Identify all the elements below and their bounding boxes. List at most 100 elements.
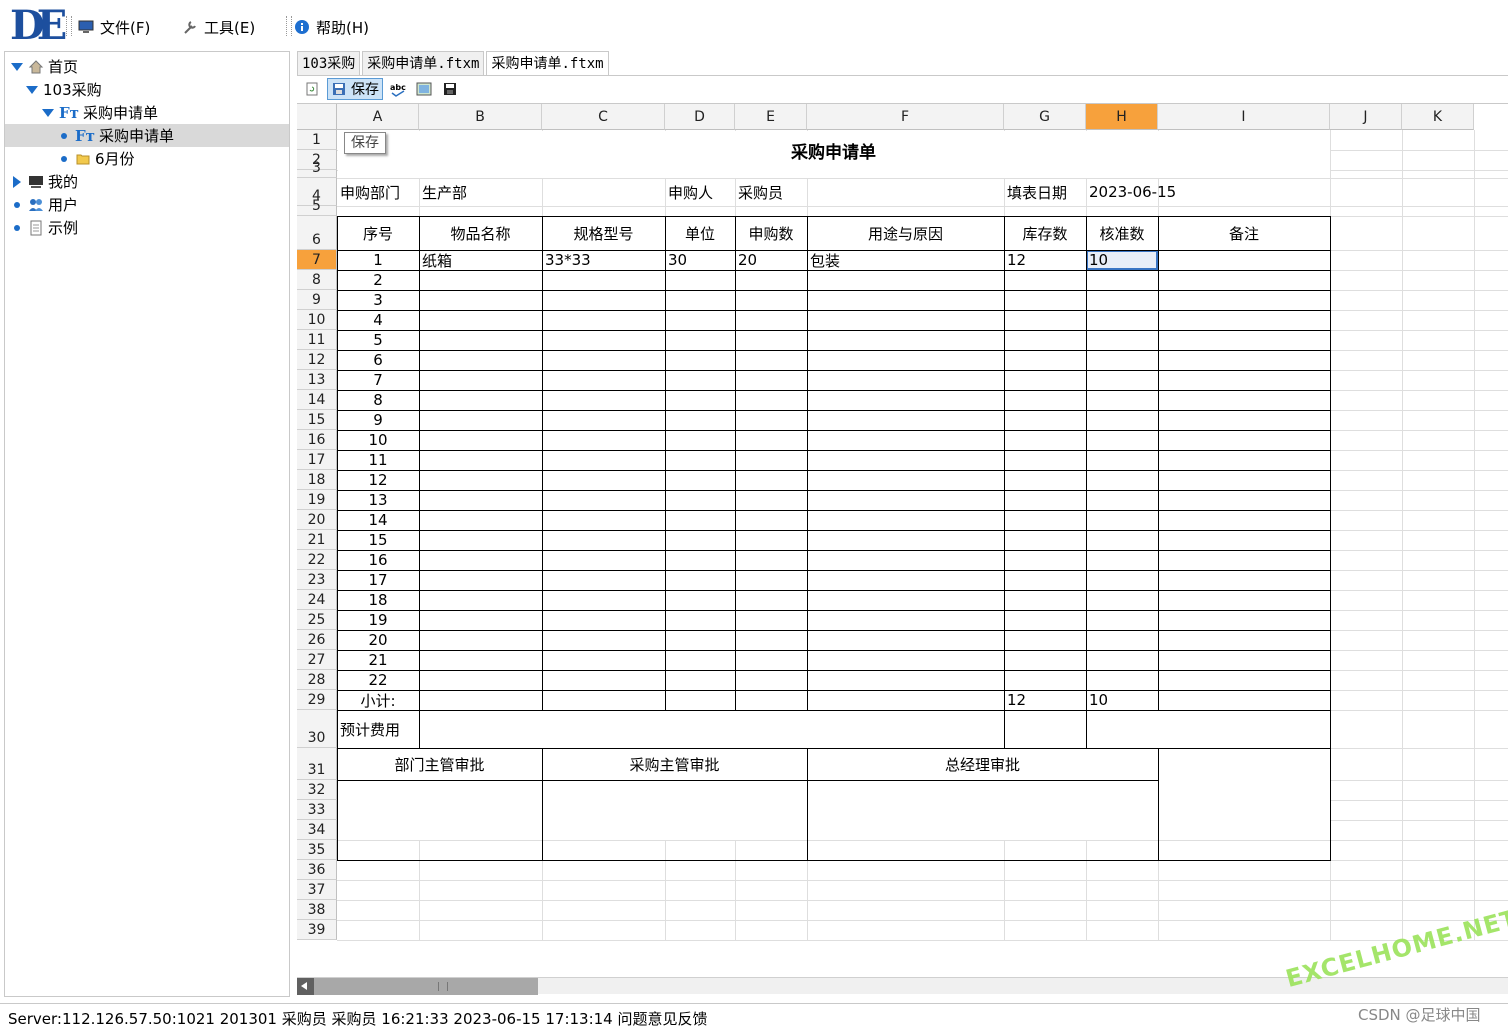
seq-cell[interactable]: 4	[337, 310, 419, 330]
tree-item-mine[interactable]: 我的	[5, 170, 289, 193]
table-header[interactable]: 备注	[1158, 216, 1330, 250]
seq-cell[interactable]: 14	[337, 510, 419, 530]
approval-dept[interactable]: 部门主管审批	[337, 748, 542, 780]
dept-value[interactable]: 生产部	[419, 178, 665, 206]
spellcheck-button[interactable]: abc	[387, 78, 409, 100]
qty-cell[interactable]: 20	[735, 250, 807, 270]
row-header[interactable]: 20	[297, 510, 337, 530]
seq-cell[interactable]: 18	[337, 590, 419, 610]
expand-arrow-icon[interactable]	[10, 60, 24, 74]
row-header[interactable]: 30	[297, 710, 337, 748]
subtotal-label[interactable]: 小计:	[337, 690, 419, 710]
row-header[interactable]: 14	[297, 390, 337, 410]
seq-cell[interactable]: 20	[337, 630, 419, 650]
row-header[interactable]: 31	[297, 748, 337, 780]
column-header[interactable]: D	[665, 104, 735, 130]
column-header[interactable]: J	[1330, 104, 1402, 130]
row-header[interactable]: 39	[297, 920, 337, 940]
table-header[interactable]: 物品名称	[419, 216, 542, 250]
approved-cell[interactable]: 10	[1086, 250, 1158, 270]
seq-cell[interactable]: 13	[337, 490, 419, 510]
seq-cell[interactable]: 10	[337, 430, 419, 450]
seq-cell[interactable]: 12	[337, 470, 419, 490]
row-header[interactable]: 32	[297, 780, 337, 800]
applicant-value[interactable]: 采购员	[735, 178, 1004, 206]
stock-cell[interactable]: 12	[1004, 250, 1086, 270]
row-header[interactable]: 12	[297, 350, 337, 370]
seq-cell[interactable]: 2	[337, 270, 419, 290]
row-header[interactable]: 24	[297, 590, 337, 610]
row-header[interactable]: 33	[297, 800, 337, 820]
menu-help[interactable]: 帮助(H)	[294, 16, 369, 38]
row-header[interactable]: 7	[297, 250, 337, 270]
seq-cell[interactable]: 22	[337, 670, 419, 690]
row-header[interactable]: 6	[297, 216, 337, 250]
row-header[interactable]: 15	[297, 410, 337, 430]
row-header[interactable]: 18	[297, 470, 337, 490]
tree-item-june[interactable]: 6月份	[5, 147, 289, 170]
row-header[interactable]: 27	[297, 650, 337, 670]
approval-purchase[interactable]: 采购主管审批	[542, 748, 807, 780]
row-header[interactable]: 1	[297, 130, 337, 150]
row-header[interactable]: 19	[297, 490, 337, 510]
row-header[interactable]: 38	[297, 900, 337, 920]
row-header[interactable]: 5	[297, 198, 337, 216]
expand-arrow-icon[interactable]	[41, 106, 55, 120]
menu-tools[interactable]: 工具(E)	[182, 16, 255, 38]
row-header[interactable]: 8	[297, 270, 337, 290]
row-header[interactable]: 16	[297, 430, 337, 450]
table-header[interactable]: 核准数	[1086, 216, 1158, 250]
column-header[interactable]: I	[1158, 104, 1330, 130]
column-header[interactable]: B	[419, 104, 542, 130]
row-header[interactable]: 3	[297, 160, 337, 178]
row-header[interactable]: 21	[297, 530, 337, 550]
estimate-label[interactable]: 预计费用	[337, 710, 419, 748]
column-header[interactable]: E	[735, 104, 807, 130]
item-name-cell[interactable]: 纸箱	[419, 250, 542, 270]
date-value[interactable]: 2023-06-15	[1086, 178, 1330, 206]
seq-cell[interactable]: 3	[337, 290, 419, 310]
subtotal-stock[interactable]: 12	[1004, 690, 1086, 710]
export-button[interactable]	[439, 78, 461, 100]
seq-cell[interactable]: 8	[337, 390, 419, 410]
row-header[interactable]: 28	[297, 670, 337, 690]
column-header[interactable]: K	[1402, 104, 1474, 130]
tree-item-home[interactable]: 首页	[5, 55, 289, 78]
row-header[interactable]: 13	[297, 370, 337, 390]
table-header[interactable]: 单位	[665, 216, 735, 250]
spreadsheet-grid[interactable]: ABCDEFGHIJK12345678910111213141516171819…	[297, 103, 1508, 977]
select-all-corner[interactable]	[297, 104, 337, 130]
form-title[interactable]: 采购申请单	[337, 130, 1330, 170]
date-label[interactable]: 填表日期	[1004, 178, 1086, 206]
applicant-label[interactable]: 申购人	[665, 178, 735, 206]
tree-item-103[interactable]: 103采购	[5, 78, 289, 101]
row-header[interactable]: 35	[297, 840, 337, 860]
image-button[interactable]	[413, 78, 435, 100]
tab-purchase-form-2[interactable]: 采购申请单.ftxm	[486, 51, 609, 76]
table-header[interactable]: 序号	[337, 216, 419, 250]
seq-cell[interactable]: 15	[337, 530, 419, 550]
row-header[interactable]: 36	[297, 860, 337, 880]
row-header[interactable]: 37	[297, 880, 337, 900]
column-header[interactable]: A	[337, 104, 419, 130]
row-header[interactable]: 10	[297, 310, 337, 330]
seq-cell[interactable]: 11	[337, 450, 419, 470]
seq-cell[interactable]: 5	[337, 330, 419, 350]
row-header[interactable]: 26	[297, 630, 337, 650]
purpose-cell[interactable]: 包装	[807, 250, 1004, 270]
row-header[interactable]: 23	[297, 570, 337, 590]
tree-item-users[interactable]: 用户	[5, 193, 289, 216]
save-button[interactable]: 保存	[327, 78, 383, 100]
expand-arrow-icon[interactable]	[25, 83, 39, 97]
column-header[interactable]: C	[542, 104, 665, 130]
row-header[interactable]: 22	[297, 550, 337, 570]
tree-item-examples[interactable]: 示例	[5, 216, 289, 239]
approval-gm[interactable]: 总经理审批	[807, 748, 1158, 780]
seq-cell[interactable]: 9	[337, 410, 419, 430]
column-header[interactable]: F	[807, 104, 1004, 130]
tab-103[interactable]: 103采购	[297, 51, 361, 75]
row-header[interactable]: 25	[297, 610, 337, 630]
seq-cell[interactable]: 1	[337, 250, 419, 270]
refresh-button[interactable]	[301, 78, 323, 100]
column-header[interactable]: H	[1086, 104, 1158, 130]
